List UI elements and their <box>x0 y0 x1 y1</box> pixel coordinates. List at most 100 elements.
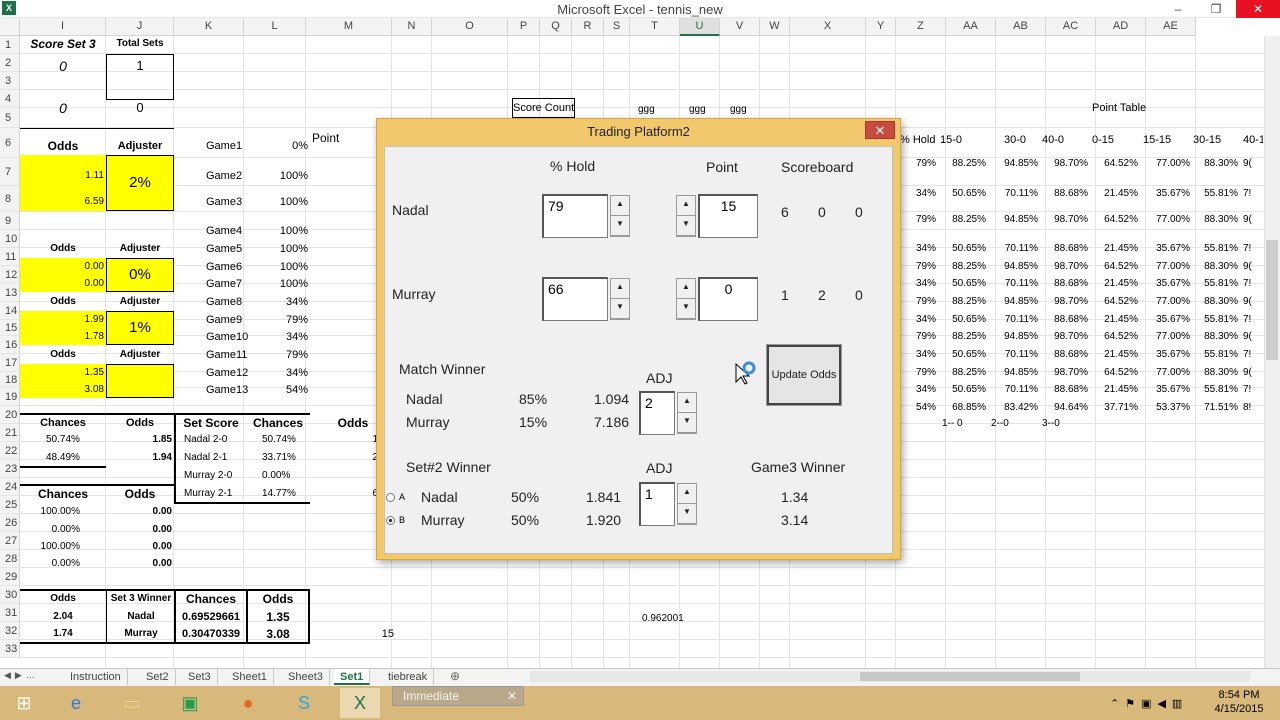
murray-hold-input[interactable]: 66 <box>542 277 608 321</box>
adjuster-value-1[interactable]: 2% <box>106 155 174 211</box>
match-adj-spinner[interactable]: ▲ ▼ <box>677 392 697 434</box>
column-header-z[interactable]: Z <box>896 18 946 36</box>
game-pct[interactable]: 34% <box>250 329 308 345</box>
point-table-cell[interactable]: 55.81% <box>1190 347 1238 363</box>
column-header-aa[interactable]: AA <box>946 18 996 36</box>
point-table-cell[interactable]: 94.85% <box>990 294 1038 310</box>
point-table-cell[interactable]: 35.67% <box>1140 241 1190 257</box>
odds-header-3[interactable]: Odds <box>20 294 106 310</box>
point-table-cell[interactable]: 98.70% <box>1040 212 1088 228</box>
column-header-o[interactable]: O <box>432 18 508 36</box>
point-table-cell[interactable]: 98.70% <box>1040 294 1088 310</box>
column-header-k[interactable]: K <box>174 18 244 36</box>
cell-b30d[interactable]: 1.35 <box>247 609 309 625</box>
row-header-22[interactable]: 22 <box>0 442 20 460</box>
game-name[interactable]: Game7 <box>206 276 246 292</box>
cell-ss2c[interactable]: 33.71% <box>262 450 308 466</box>
row-header-27[interactable]: 27 <box>0 532 20 550</box>
column-header-w[interactable]: W <box>760 18 790 36</box>
point-table-cell[interactable]: 9( <box>1243 365 1263 381</box>
murray-point-spinner[interactable]: ▲ ▼ <box>676 278 696 320</box>
game-name[interactable]: Game12 <box>206 365 248 381</box>
point-table-cell[interactable]: 94.85% <box>990 259 1038 275</box>
point-table-cell[interactable]: 77.00% <box>1140 212 1190 228</box>
odds-header-2[interactable]: Odds <box>20 241 106 257</box>
row-header-26[interactable]: 26 <box>0 514 20 532</box>
radio-a[interactable] <box>386 493 395 502</box>
game-pct[interactable]: 100% <box>250 276 308 292</box>
chances-header-2[interactable]: Chances <box>20 486 106 502</box>
game-pct[interactable]: 100% <box>250 223 308 239</box>
cell-m21[interactable]: 2 <box>310 450 378 466</box>
point-table-cell[interactable]: 64.52% <box>1090 329 1138 345</box>
point-table-cell[interactable]: 50.65% <box>936 347 986 363</box>
column-header-l[interactable]: L <box>244 18 306 36</box>
cell-t29[interactable]: 0.962001 <box>642 611 692 627</box>
cell-b30a[interactable]: 2.04 <box>20 609 106 625</box>
cell-r26a[interactable]: 100.00% <box>20 539 80 555</box>
cell-ch21[interactable]: 48.49% <box>46 450 106 466</box>
dialog-close-button[interactable]: ✕ <box>865 121 895 139</box>
sheet-tab-set2[interactable]: Set2 <box>140 669 176 685</box>
point-table-cell[interactable]: 70.11% <box>990 241 1038 257</box>
point-table-cell[interactable]: 64.52% <box>1090 294 1138 310</box>
chances-header[interactable]: Chances <box>20 415 106 431</box>
column-header-m[interactable]: M <box>306 18 392 36</box>
cell-af4[interactable]: 40-1 <box>1243 132 1263 148</box>
row-header-18[interactable]: 18 <box>0 372 20 388</box>
point-table-cell[interactable]: 21.45% <box>1090 186 1138 202</box>
point-table-cell[interactable]: 53.37% <box>1140 400 1190 416</box>
game-pct[interactable]: 79% <box>250 312 308 328</box>
cell-b29a[interactable]: Odds <box>20 591 106 607</box>
column-header-n[interactable]: N <box>392 18 432 36</box>
column-header-x[interactable]: X <box>790 18 866 36</box>
murray-point-input[interactable]: 0 <box>698 277 758 321</box>
game-name[interactable]: Game11 <box>206 347 247 363</box>
cell-ad4[interactable]: 15-15 <box>1143 132 1183 148</box>
sheet-tab-sheet1[interactable]: Sheet1 <box>226 669 274 685</box>
spin-down-icon[interactable]: ▼ <box>611 299 629 319</box>
set-chances-header[interactable]: Chances <box>247 415 309 431</box>
cell-m20[interactable]: 1 <box>310 432 378 448</box>
odds-header-6[interactable]: Odds <box>107 486 173 502</box>
firefox-icon[interactable]: ● <box>228 688 268 718</box>
nadal-hold-input[interactable]: 79 <box>542 194 608 238</box>
skype-icon[interactable]: S <box>284 688 324 718</box>
point-table-cell[interactable]: 70.11% <box>990 186 1038 202</box>
spin-down-icon[interactable]: ▼ <box>678 413 696 433</box>
game-pct[interactable]: 79% <box>250 347 308 363</box>
set2-adj-spinner[interactable]: ▲ ▼ <box>677 483 697 525</box>
minimize-button[interactable]: – <box>1160 0 1196 18</box>
row-header-30[interactable]: 30 <box>0 586 20 604</box>
point-table-cell[interactable]: 8! <box>1243 400 1263 416</box>
cell-r24a[interactable]: 100.00% <box>20 504 80 520</box>
vertical-scroll-thumb[interactable] <box>1266 240 1278 360</box>
point-table-cell[interactable]: 70.11% <box>990 347 1038 363</box>
row-header-19[interactable]: 19 <box>0 388 20 406</box>
row-header-1[interactable]: 1 <box>0 36 20 54</box>
game-name[interactable]: Game6 <box>206 259 246 275</box>
column-header-ad[interactable]: AD <box>1096 18 1146 36</box>
cell-r27a[interactable]: 0.00% <box>20 556 80 572</box>
sheet-tab-sheet3[interactable]: Sheet3 <box>282 669 330 685</box>
point-table-cell[interactable]: 88.68% <box>1040 186 1088 202</box>
point-table-cell[interactable]: 88.68% <box>1040 347 1088 363</box>
point-table-cell[interactable]: 7! <box>1243 241 1263 257</box>
point-table-cell[interactable]: 98.70% <box>1040 329 1088 345</box>
column-header-q[interactable]: Q <box>540 18 572 36</box>
cell-odds3a[interactable]: 1.99 <box>20 312 104 328</box>
point-table-cell[interactable]: 88.68% <box>1040 241 1088 257</box>
cell-i1[interactable]: Score Set 3 <box>20 36 106 52</box>
cell-b31d[interactable]: 3.08 <box>247 626 309 642</box>
game-name[interactable]: Game8 <box>206 294 246 310</box>
cell-b29d[interactable]: Odds <box>247 591 309 607</box>
row-header-9[interactable]: 9 <box>0 212 20 230</box>
point-table-cell[interactable]: 7! <box>1243 347 1263 363</box>
set2-adj-input[interactable]: 1 <box>639 482 675 526</box>
point-table-cell[interactable]: 9( <box>1243 294 1263 310</box>
point-table-cell[interactable]: 88.30% <box>1190 259 1238 275</box>
row-header-25[interactable]: 25 <box>0 496 20 514</box>
immediate-window[interactable]: Immediate ✕ <box>392 686 524 706</box>
spin-down-icon[interactable]: ▼ <box>678 504 696 524</box>
sheet-tab-set1[interactable]: Set1 <box>334 669 371 685</box>
